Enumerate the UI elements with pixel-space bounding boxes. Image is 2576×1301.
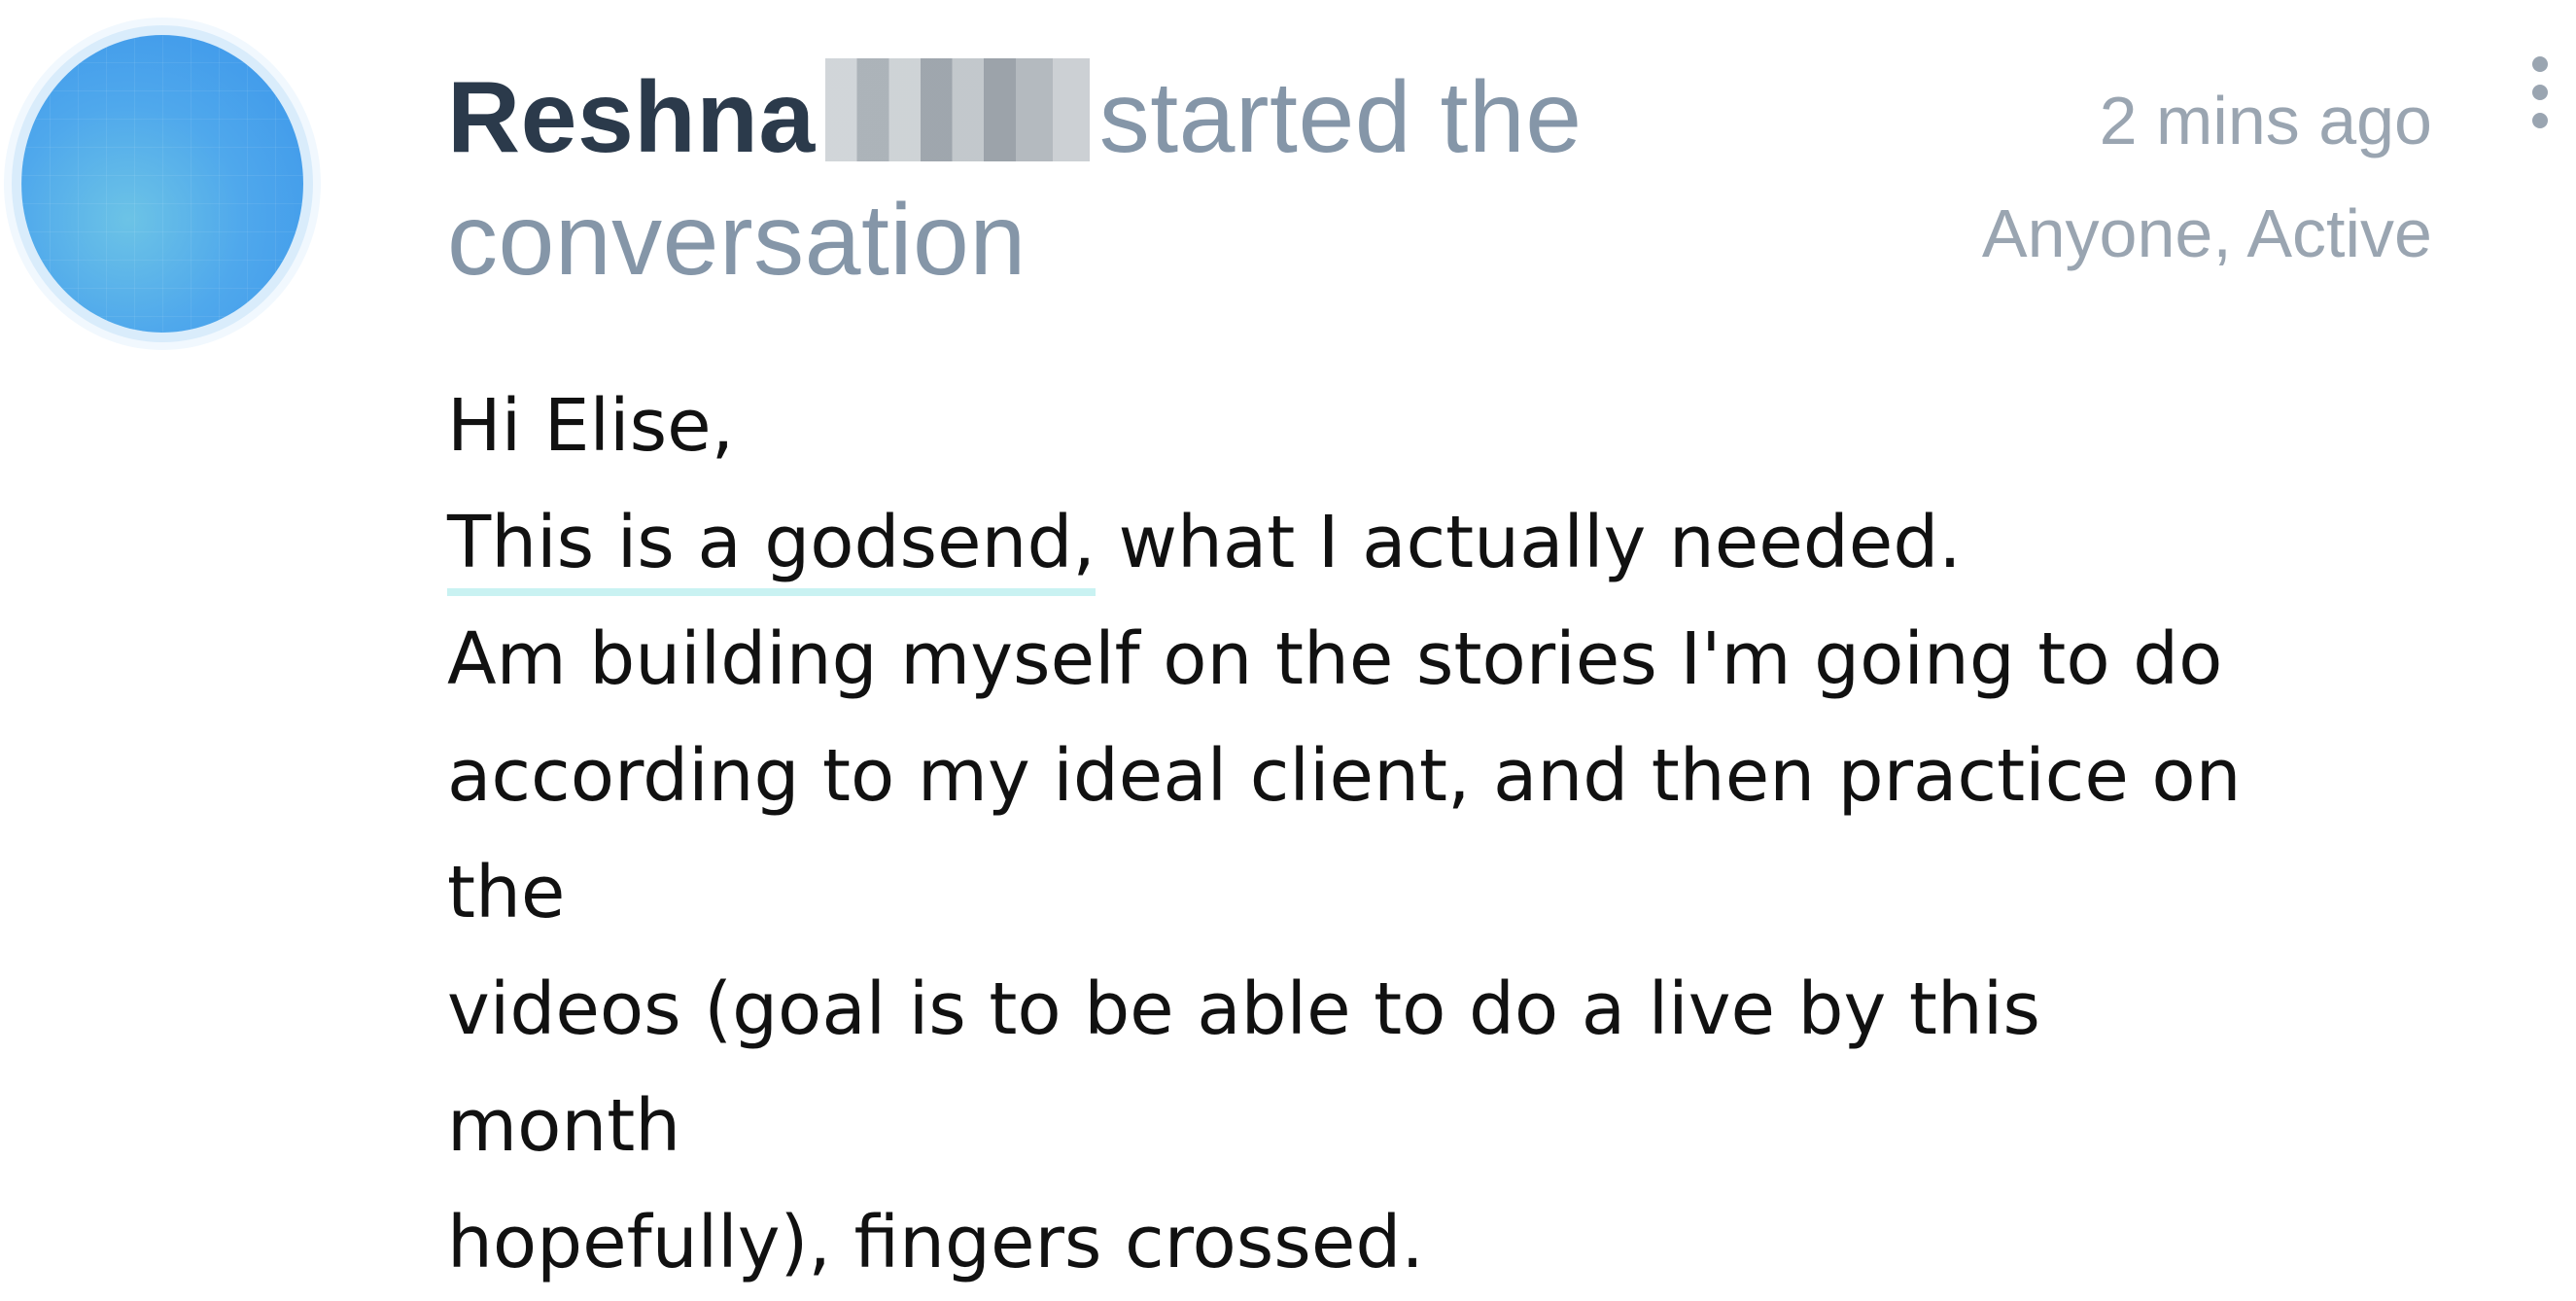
author-name[interactable]: Reshna [447,61,816,174]
conversation-post: Reshna started the conversation 2 mins ag… [0,0,2576,1284]
greeting-line: Hi Elise, [447,384,735,468]
post-header: Reshna started the conversation [447,56,1711,301]
body-line-4: videos (goal is to be able to do a live … [447,967,2040,1168]
body-line-1: This is a godsend, what I actually neede… [447,484,2294,601]
post-body: Hi Elise, This is a godsend, what I actu… [447,368,2294,1301]
post-meta: 2 mins ago Anyone, Active [1982,64,2432,290]
body-line-5: hopefully), fingers crossed. [447,1201,1424,1284]
redacted-surname [824,58,1090,161]
visibility-status: Anyone, Active [1981,195,2432,271]
highlighted-phrase: This is a godsend, [447,501,1096,596]
dot [2532,85,2548,100]
dot [2532,56,2548,72]
vertical-ellipsis-icon[interactable] [2530,56,2550,128]
avatar-pixelation [21,35,303,333]
author-avatar[interactable] [21,35,303,333]
dot [2532,113,2548,128]
timestamp: 2 mins ago [2099,83,2432,158]
body-line-1-rest: what I actually needed. [1095,501,1962,584]
body-line-2: Am building myself on the stories I'm go… [447,617,2223,701]
body-line-3: according to my ideal client, and then p… [447,734,2242,934]
